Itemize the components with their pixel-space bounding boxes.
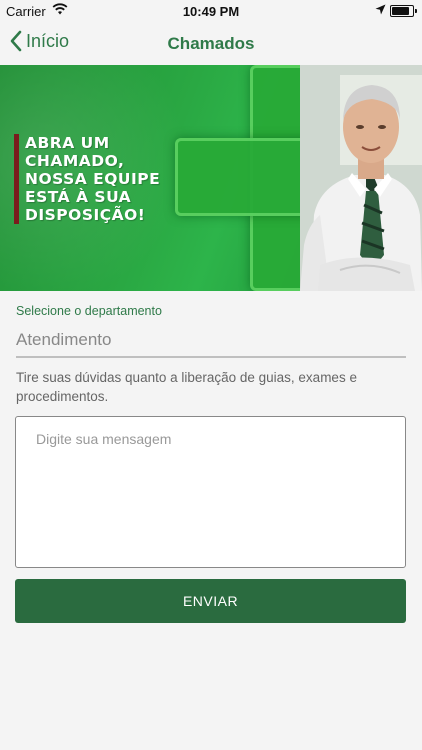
- promo-banner: ABRA UM CHAMADO, NOSSA EQUIPE ESTÁ À SUA…: [0, 65, 422, 291]
- banner-line: DISPOSIÇÃO!: [25, 206, 146, 224]
- send-button[interactable]: ENVIAR: [15, 579, 406, 623]
- department-label: Selecione o departamento: [16, 304, 162, 318]
- department-select[interactable]: Atendimento: [16, 330, 111, 350]
- banner-text: ABRA UM CHAMADO, NOSSA EQUIPE ESTÁ À SUA…: [14, 134, 160, 224]
- status-time: 10:49 PM: [182, 4, 240, 19]
- message-box: [15, 416, 406, 568]
- department-underline: [16, 356, 406, 358]
- battery-icon: [390, 5, 417, 17]
- banner-line: NOSSA EQUIPE: [25, 170, 161, 188]
- banner-line: ESTÁ À SUA: [25, 188, 132, 206]
- navigation-bar: Início Chamados: [0, 22, 422, 65]
- location-arrow-icon: [375, 3, 386, 18]
- department-description: Tire suas dúvidas quanto a liberação de …: [16, 370, 357, 404]
- doctor-photo: [300, 65, 422, 291]
- status-bar: Carrier 10:49 PM: [0, 0, 422, 22]
- banner-line: CHAMADO,: [25, 152, 125, 170]
- banner-line: ABRA UM: [25, 134, 110, 152]
- message-input[interactable]: [16, 417, 405, 567]
- page-title: Chamados: [167, 34, 255, 53]
